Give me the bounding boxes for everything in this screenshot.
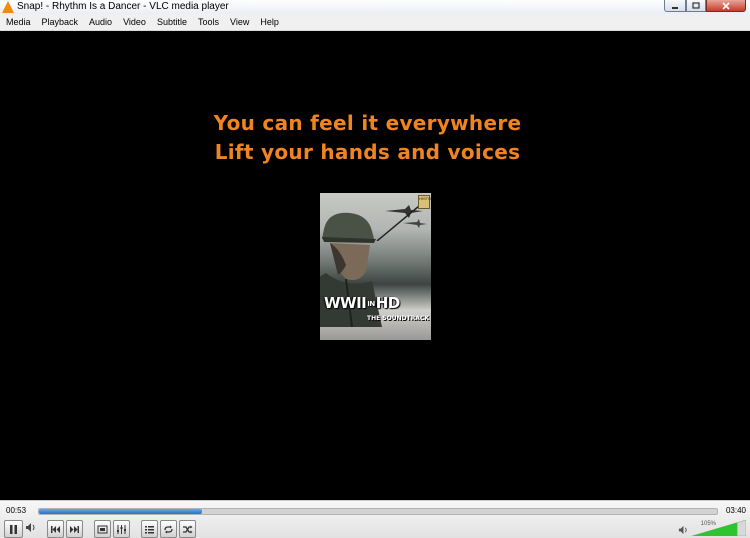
previous-button[interactable] [47,520,64,538]
menu-subtitle[interactable]: Subtitle [151,15,192,29]
window-title: Snap! - Rhythm Is a Dancer - VLC media p… [17,1,229,12]
next-icon [70,525,79,533]
window-controls [664,0,746,12]
seek-bar[interactable] [38,508,718,515]
elapsed-time: 00:53 [6,506,27,515]
maximize-icon [692,2,700,9]
album-title-in: IN [367,299,375,308]
menu-audio[interactable]: Audio [83,15,117,29]
pause-icon [10,524,17,534]
album-title-hd: HD [375,294,401,312]
controls-panel: 00:53 03:40 [0,500,750,538]
menu-video[interactable]: Video [117,15,151,29]
close-icon [722,1,730,10]
album-subtitle: THE SOUNDTRACK [367,315,430,322]
history-badge: HISTORY [418,195,431,209]
menu-media[interactable]: Media [0,15,36,29]
extended-settings-button[interactable] [113,520,130,538]
menu-tools[interactable]: Tools [192,15,224,29]
album-art: HISTORY WWIIINHD THE SOUNDTRACK [320,193,431,340]
volume-slider[interactable] [692,520,746,536]
close-button[interactable] [706,0,746,12]
previous-icon [51,525,60,533]
volume-speaker-icon[interactable] [678,525,688,535]
album-title-wwii: WWII [324,294,367,312]
pause-button[interactable] [4,520,23,538]
shuffle-button[interactable] [179,520,196,538]
lyric-line-2: Lift your hands and voices [214,140,521,164]
minimize-button[interactable] [664,0,686,12]
total-time: 03:40 [725,506,746,515]
album-title: WWIIINHD [324,294,400,312]
fullscreen-button[interactable] [94,520,111,538]
menu-help[interactable]: Help [254,15,284,29]
playlist-button[interactable] [141,520,158,538]
loop-icon [164,525,173,533]
video-area[interactable]: You can feel it everywhere Lift your han… [0,31,750,500]
shuffle-icon [183,525,193,533]
menu-bar: Media Playback Audio Video Subtitle Tool… [0,14,750,31]
menu-view[interactable]: View [224,15,254,29]
vlc-cone-icon [2,1,14,13]
extended-settings-icon [117,524,126,534]
title-bar: Snap! - Rhythm Is a Dancer - VLC media p… [0,0,750,14]
seek-progress [39,509,202,514]
playlist-icon [145,525,154,533]
mute-speaker-icon[interactable] [25,522,36,533]
fullscreen-icon [97,525,108,533]
lyric-line-1: You can feel it everywhere [213,111,522,135]
menu-playback[interactable]: Playback [36,15,84,29]
next-button[interactable] [66,520,83,538]
loop-button[interactable] [160,520,177,538]
minimize-icon [672,6,678,9]
maximize-button[interactable] [686,0,706,12]
